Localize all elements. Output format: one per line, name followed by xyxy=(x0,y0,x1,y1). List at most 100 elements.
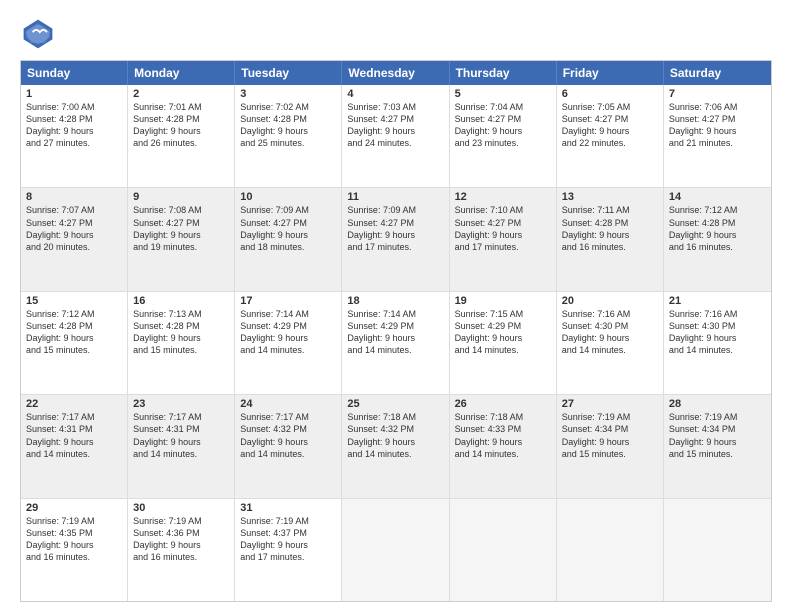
day-number: 22 xyxy=(26,398,122,410)
day-number: 24 xyxy=(240,398,336,410)
calendar-cell: 8Sunrise: 7:07 AM Sunset: 4:27 PM Daylig… xyxy=(21,188,128,290)
day-info: Sunrise: 7:18 AM Sunset: 4:33 PM Dayligh… xyxy=(455,411,551,460)
day-info: Sunrise: 7:07 AM Sunset: 4:27 PM Dayligh… xyxy=(26,204,122,253)
day-info: Sunrise: 7:19 AM Sunset: 4:37 PM Dayligh… xyxy=(240,515,336,564)
calendar-cell: 15Sunrise: 7:12 AM Sunset: 4:28 PM Dayli… xyxy=(21,292,128,394)
day-number: 7 xyxy=(669,88,766,100)
day-number: 29 xyxy=(26,502,122,514)
day-info: Sunrise: 7:13 AM Sunset: 4:28 PM Dayligh… xyxy=(133,308,229,357)
day-number: 31 xyxy=(240,502,336,514)
header-day-saturday: Saturday xyxy=(664,61,771,85)
day-number: 8 xyxy=(26,191,122,203)
day-info: Sunrise: 7:17 AM Sunset: 4:31 PM Dayligh… xyxy=(26,411,122,460)
day-info: Sunrise: 7:09 AM Sunset: 4:27 PM Dayligh… xyxy=(240,204,336,253)
calendar-cell: 25Sunrise: 7:18 AM Sunset: 4:32 PM Dayli… xyxy=(342,395,449,497)
header-day-thursday: Thursday xyxy=(450,61,557,85)
day-number: 28 xyxy=(669,398,766,410)
calendar-cell xyxy=(342,499,449,601)
calendar-cell xyxy=(557,499,664,601)
calendar-row: 15Sunrise: 7:12 AM Sunset: 4:28 PM Dayli… xyxy=(21,291,771,394)
header-day-tuesday: Tuesday xyxy=(235,61,342,85)
calendar-cell: 22Sunrise: 7:17 AM Sunset: 4:31 PM Dayli… xyxy=(21,395,128,497)
day-number: 15 xyxy=(26,295,122,307)
header-day-wednesday: Wednesday xyxy=(342,61,449,85)
logo xyxy=(20,16,60,52)
calendar-cell: 20Sunrise: 7:16 AM Sunset: 4:30 PM Dayli… xyxy=(557,292,664,394)
calendar-row: 22Sunrise: 7:17 AM Sunset: 4:31 PM Dayli… xyxy=(21,394,771,497)
day-info: Sunrise: 7:19 AM Sunset: 4:36 PM Dayligh… xyxy=(133,515,229,564)
day-number: 5 xyxy=(455,88,551,100)
page: SundayMondayTuesdayWednesdayThursdayFrid… xyxy=(0,0,792,612)
calendar-cell: 24Sunrise: 7:17 AM Sunset: 4:32 PM Dayli… xyxy=(235,395,342,497)
day-info: Sunrise: 7:06 AM Sunset: 4:27 PM Dayligh… xyxy=(669,101,766,150)
day-number: 2 xyxy=(133,88,229,100)
day-number: 6 xyxy=(562,88,658,100)
day-info: Sunrise: 7:03 AM Sunset: 4:27 PM Dayligh… xyxy=(347,101,443,150)
calendar-cell: 10Sunrise: 7:09 AM Sunset: 4:27 PM Dayli… xyxy=(235,188,342,290)
day-number: 3 xyxy=(240,88,336,100)
day-info: Sunrise: 7:09 AM Sunset: 4:27 PM Dayligh… xyxy=(347,204,443,253)
calendar-cell: 3Sunrise: 7:02 AM Sunset: 4:28 PM Daylig… xyxy=(235,85,342,187)
calendar-body: 1Sunrise: 7:00 AM Sunset: 4:28 PM Daylig… xyxy=(21,85,771,601)
calendar-cell xyxy=(664,499,771,601)
day-number: 17 xyxy=(240,295,336,307)
day-number: 30 xyxy=(133,502,229,514)
day-info: Sunrise: 7:14 AM Sunset: 4:29 PM Dayligh… xyxy=(347,308,443,357)
calendar-cell: 7Sunrise: 7:06 AM Sunset: 4:27 PM Daylig… xyxy=(664,85,771,187)
calendar-cell: 23Sunrise: 7:17 AM Sunset: 4:31 PM Dayli… xyxy=(128,395,235,497)
calendar-cell: 18Sunrise: 7:14 AM Sunset: 4:29 PM Dayli… xyxy=(342,292,449,394)
calendar-cell: 28Sunrise: 7:19 AM Sunset: 4:34 PM Dayli… xyxy=(664,395,771,497)
header-day-friday: Friday xyxy=(557,61,664,85)
day-info: Sunrise: 7:01 AM Sunset: 4:28 PM Dayligh… xyxy=(133,101,229,150)
calendar-cell: 6Sunrise: 7:05 AM Sunset: 4:27 PM Daylig… xyxy=(557,85,664,187)
day-number: 16 xyxy=(133,295,229,307)
day-number: 13 xyxy=(562,191,658,203)
day-info: Sunrise: 7:05 AM Sunset: 4:27 PM Dayligh… xyxy=(562,101,658,150)
day-number: 23 xyxy=(133,398,229,410)
day-info: Sunrise: 7:11 AM Sunset: 4:28 PM Dayligh… xyxy=(562,204,658,253)
calendar-cell: 29Sunrise: 7:19 AM Sunset: 4:35 PM Dayli… xyxy=(21,499,128,601)
calendar-cell: 11Sunrise: 7:09 AM Sunset: 4:27 PM Dayli… xyxy=(342,188,449,290)
day-number: 11 xyxy=(347,191,443,203)
calendar-cell: 16Sunrise: 7:13 AM Sunset: 4:28 PM Dayli… xyxy=(128,292,235,394)
day-info: Sunrise: 7:16 AM Sunset: 4:30 PM Dayligh… xyxy=(669,308,766,357)
day-info: Sunrise: 7:18 AM Sunset: 4:32 PM Dayligh… xyxy=(347,411,443,460)
calendar-cell: 2Sunrise: 7:01 AM Sunset: 4:28 PM Daylig… xyxy=(128,85,235,187)
calendar-cell: 5Sunrise: 7:04 AM Sunset: 4:27 PM Daylig… xyxy=(450,85,557,187)
calendar-cell: 19Sunrise: 7:15 AM Sunset: 4:29 PM Dayli… xyxy=(450,292,557,394)
calendar-cell: 12Sunrise: 7:10 AM Sunset: 4:27 PM Dayli… xyxy=(450,188,557,290)
day-info: Sunrise: 7:17 AM Sunset: 4:31 PM Dayligh… xyxy=(133,411,229,460)
day-info: Sunrise: 7:02 AM Sunset: 4:28 PM Dayligh… xyxy=(240,101,336,150)
calendar: SundayMondayTuesdayWednesdayThursdayFrid… xyxy=(20,60,772,602)
calendar-cell: 27Sunrise: 7:19 AM Sunset: 4:34 PM Dayli… xyxy=(557,395,664,497)
calendar-cell: 31Sunrise: 7:19 AM Sunset: 4:37 PM Dayli… xyxy=(235,499,342,601)
calendar-cell: 26Sunrise: 7:18 AM Sunset: 4:33 PM Dayli… xyxy=(450,395,557,497)
day-number: 25 xyxy=(347,398,443,410)
day-number: 20 xyxy=(562,295,658,307)
calendar-cell: 30Sunrise: 7:19 AM Sunset: 4:36 PM Dayli… xyxy=(128,499,235,601)
logo-icon xyxy=(20,16,56,52)
day-number: 1 xyxy=(26,88,122,100)
day-number: 18 xyxy=(347,295,443,307)
calendar-cell: 13Sunrise: 7:11 AM Sunset: 4:28 PM Dayli… xyxy=(557,188,664,290)
calendar-cell: 21Sunrise: 7:16 AM Sunset: 4:30 PM Dayli… xyxy=(664,292,771,394)
day-number: 26 xyxy=(455,398,551,410)
day-number: 14 xyxy=(669,191,766,203)
day-info: Sunrise: 7:19 AM Sunset: 4:35 PM Dayligh… xyxy=(26,515,122,564)
header xyxy=(20,16,772,52)
day-info: Sunrise: 7:12 AM Sunset: 4:28 PM Dayligh… xyxy=(669,204,766,253)
day-info: Sunrise: 7:12 AM Sunset: 4:28 PM Dayligh… xyxy=(26,308,122,357)
day-number: 4 xyxy=(347,88,443,100)
calendar-row: 29Sunrise: 7:19 AM Sunset: 4:35 PM Dayli… xyxy=(21,498,771,601)
calendar-cell: 14Sunrise: 7:12 AM Sunset: 4:28 PM Dayli… xyxy=(664,188,771,290)
day-info: Sunrise: 7:10 AM Sunset: 4:27 PM Dayligh… xyxy=(455,204,551,253)
calendar-header: SundayMondayTuesdayWednesdayThursdayFrid… xyxy=(21,61,771,85)
day-number: 12 xyxy=(455,191,551,203)
day-number: 10 xyxy=(240,191,336,203)
calendar-cell: 4Sunrise: 7:03 AM Sunset: 4:27 PM Daylig… xyxy=(342,85,449,187)
day-info: Sunrise: 7:08 AM Sunset: 4:27 PM Dayligh… xyxy=(133,204,229,253)
day-info: Sunrise: 7:16 AM Sunset: 4:30 PM Dayligh… xyxy=(562,308,658,357)
calendar-cell: 9Sunrise: 7:08 AM Sunset: 4:27 PM Daylig… xyxy=(128,188,235,290)
day-info: Sunrise: 7:14 AM Sunset: 4:29 PM Dayligh… xyxy=(240,308,336,357)
day-info: Sunrise: 7:00 AM Sunset: 4:28 PM Dayligh… xyxy=(26,101,122,150)
